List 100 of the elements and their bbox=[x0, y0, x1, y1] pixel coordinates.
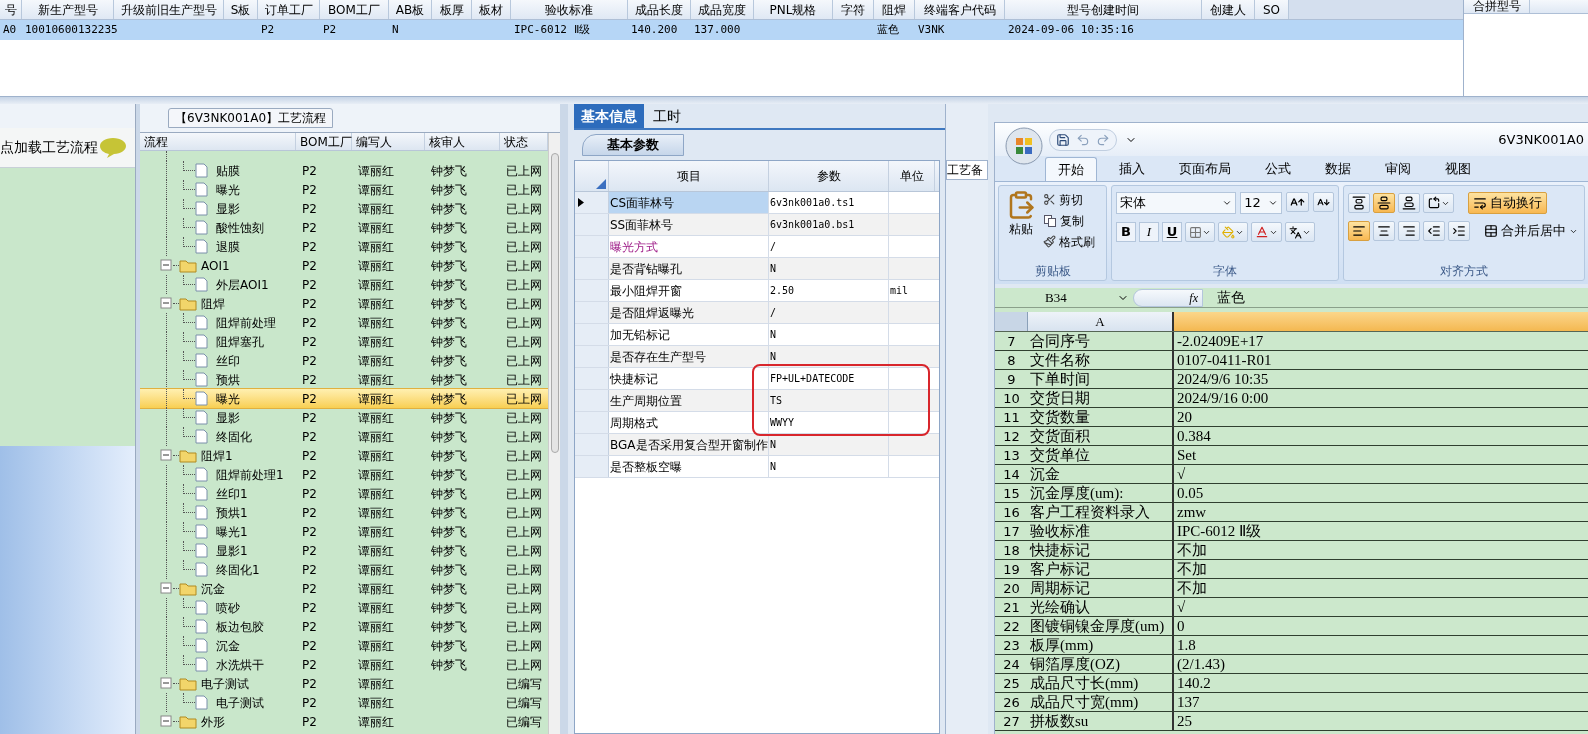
align-left-button[interactable] bbox=[1348, 221, 1370, 241]
process-step[interactable]: 显影1 bbox=[216, 541, 248, 560]
column-header[interactable]: 阻焊 bbox=[874, 0, 915, 19]
align-middle-button[interactable] bbox=[1373, 193, 1395, 213]
column-header[interactable]: 升级前旧生产型号 bbox=[114, 0, 224, 19]
tree-row[interactable]: 水洗烘干 P2 谭丽红 钟梦飞 已上网 bbox=[140, 655, 548, 674]
row-header[interactable] bbox=[575, 192, 609, 213]
row-number[interactable]: 8 bbox=[995, 351, 1028, 369]
spreadsheet-cell[interactable]: 沉金厚度(um): bbox=[1030, 485, 1124, 501]
collapse-icon[interactable] bbox=[160, 297, 173, 310]
spreadsheet-cell[interactable]: 客户标记 bbox=[1030, 561, 1090, 577]
spreadsheet-cell[interactable]: -2.02409E+17 bbox=[1177, 333, 1264, 349]
collapse-icon[interactable] bbox=[160, 449, 173, 462]
tree-row[interactable]: 外形 P2 谭丽红 已编写 bbox=[140, 712, 548, 731]
format-painter-button[interactable]: 格式刷 bbox=[1043, 232, 1095, 251]
select-all-icon[interactable] bbox=[596, 179, 606, 189]
name-box[interactable]: B34 bbox=[995, 288, 1133, 307]
table-row[interactable]: 是否阻焊返曝光 / bbox=[575, 302, 939, 324]
table-row[interactable]: 生产周期位置 TS bbox=[575, 390, 939, 412]
process-group[interactable]: 阻焊 bbox=[201, 294, 225, 313]
spreadsheet-cell[interactable]: 140.2 bbox=[1177, 675, 1211, 691]
tree-row[interactable]: 沉金 P2 谭丽红 钟梦飞 已上网 bbox=[140, 579, 548, 598]
spreadsheet-cell[interactable]: 2024/9/6 10:35 bbox=[1177, 371, 1269, 387]
font-name-field[interactable]: 宋体 bbox=[1116, 192, 1237, 214]
row-number[interactable]: 27 bbox=[995, 712, 1028, 730]
save-icon[interactable] bbox=[1056, 132, 1070, 147]
process-step[interactable]: 阻焊塞孔 bbox=[216, 332, 264, 351]
ribbon-tab[interactable]: 数据 bbox=[1313, 157, 1363, 181]
column-header[interactable]: S板 bbox=[224, 0, 258, 19]
row-number[interactable]: 26 bbox=[995, 693, 1028, 711]
shrink-font-button[interactable] bbox=[1313, 192, 1334, 212]
column-header[interactable]: 终端客户代码 bbox=[915, 0, 1005, 19]
office-button-icon[interactable] bbox=[1005, 126, 1043, 165]
tree-row[interactable]: 显影 P2 谭丽红 钟梦飞 已上网 bbox=[140, 408, 548, 427]
side-tab[interactable]: 工艺备 bbox=[946, 160, 988, 180]
column-header[interactable]: A bbox=[1028, 312, 1174, 331]
spreadsheet-cell[interactable]: 图镀铜镍金厚度(um) bbox=[1030, 618, 1165, 634]
tree-row[interactable]: 阻焊1 P2 谭丽红 钟梦飞 已上网 bbox=[140, 446, 548, 465]
column-header[interactable]: AB板 bbox=[389, 0, 432, 19]
tree-row[interactable]: 终固化1 P2 谭丽红 钟梦飞 已上网 bbox=[140, 560, 548, 579]
merge-center-button[interactable]: 合并后居中 bbox=[1482, 220, 1580, 242]
tree-row[interactable]: AOI1 P2 谭丽红 钟梦飞 已上网 bbox=[140, 256, 548, 275]
phonetic-button[interactable] bbox=[1285, 222, 1315, 242]
italic-button[interactable]: I bbox=[1139, 222, 1159, 242]
params-tab[interactable]: 基本参数 bbox=[582, 134, 684, 156]
ribbon-tab[interactable]: 审阅 bbox=[1373, 157, 1423, 181]
spreadsheet-cell[interactable]: 0107-0411-R01 bbox=[1177, 352, 1272, 368]
spreadsheet-cell[interactable]: 快捷标记 bbox=[1030, 542, 1090, 558]
process-step[interactable]: 显影 bbox=[216, 408, 240, 427]
process-step[interactable]: 阻焊前处理1 bbox=[216, 465, 284, 484]
parameter-value[interactable]: N bbox=[769, 434, 889, 455]
table-row[interactable]: 是否背钻曝孔 N bbox=[575, 258, 939, 280]
cut-button[interactable]: 剪切 bbox=[1043, 190, 1095, 209]
row-number[interactable]: 22 bbox=[995, 617, 1028, 635]
table-row[interactable]: 曝光方式 / bbox=[575, 236, 939, 258]
spreadsheet-cell[interactable]: 周期标记 bbox=[1030, 580, 1090, 596]
table-row[interactable]: SS面菲林号 6v3nk001a0.bs1 bbox=[575, 214, 939, 236]
column-header[interactable]: 单位 bbox=[889, 161, 935, 191]
row-number[interactable]: 18 bbox=[995, 541, 1028, 559]
scrollbar[interactable] bbox=[548, 133, 560, 734]
column-header[interactable]: 板材 bbox=[472, 0, 511, 19]
process-step[interactable]: 曝光 bbox=[216, 389, 240, 408]
column-header[interactable]: 号 bbox=[0, 0, 22, 19]
bold-button[interactable]: B bbox=[1116, 222, 1136, 242]
tree-row[interactable]: 丝印1 P2 谭丽红 钟梦飞 已上网 bbox=[140, 484, 548, 503]
spreadsheet-cell[interactable]: 验收标准 bbox=[1030, 523, 1090, 539]
ribbon-tab[interactable]: 公式 bbox=[1253, 157, 1303, 181]
table-row[interactable]: A0 10010600132235 P2 P2 N IPC-6012 Ⅱ级 140.200 137.000 蓝色 V3NK 2024-09-06 10:35:16 bbox=[0, 20, 1463, 40]
spreadsheet-cell[interactable]: 25 bbox=[1177, 713, 1192, 729]
underline-button[interactable]: U bbox=[1162, 222, 1182, 242]
process-step[interactable]: 退膜 bbox=[216, 237, 240, 256]
tree-row[interactable]: 显影 P2 谭丽红 钟梦飞 已上网 bbox=[140, 199, 548, 218]
spreadsheet-cell[interactable]: 光绘确认 bbox=[1030, 599, 1090, 615]
column-header[interactable]: 创建人 bbox=[1202, 0, 1255, 19]
select-all-corner[interactable] bbox=[995, 312, 1028, 331]
tree-row[interactable]: 曝光 P2 谭丽红 钟梦飞 已上网 bbox=[140, 180, 548, 199]
collapse-icon[interactable] bbox=[160, 582, 173, 595]
spreadsheet-cell[interactable]: 沉金 bbox=[1030, 466, 1060, 482]
tree-row[interactable]: 曝光1 P2 谭丽红 钟梦飞 已上网 bbox=[140, 522, 548, 541]
ribbon-tab[interactable]: 页面布局 bbox=[1167, 157, 1243, 181]
table-row[interactable]: CS面菲林号 6v3nk001a0.ts1 bbox=[575, 192, 939, 214]
spreadsheet-cell[interactable]: 拼板数su bbox=[1030, 713, 1089, 729]
parameter-value[interactable]: / bbox=[769, 302, 889, 323]
row-number[interactable]: 17 bbox=[995, 522, 1028, 540]
spreadsheet-cell[interactable]: 不加 bbox=[1177, 580, 1207, 596]
redo-icon[interactable] bbox=[1096, 132, 1110, 147]
process-group[interactable]: 沉金 bbox=[201, 579, 225, 598]
tree-row[interactable]: 酸性蚀刻 P2 谭丽红 钟梦飞 已上网 bbox=[140, 218, 548, 237]
tree-row[interactable]: 丝印 P2 谭丽红 钟梦飞 已上网 bbox=[140, 351, 548, 370]
collapse-icon[interactable] bbox=[160, 677, 173, 690]
row-number[interactable]: 16 bbox=[995, 503, 1028, 521]
process-step[interactable]: 喷砂 bbox=[216, 598, 240, 617]
column-header[interactable]: 字符 bbox=[833, 0, 874, 19]
column-header[interactable]: 新生产型号 bbox=[22, 0, 114, 19]
spreadsheet-cell[interactable]: 交货单位 bbox=[1030, 447, 1090, 463]
orientation-button[interactable] bbox=[1423, 193, 1454, 213]
column-header[interactable]: 验收标准 bbox=[511, 0, 628, 19]
parameter-value[interactable]: N bbox=[769, 456, 889, 477]
row-number[interactable]: 25 bbox=[995, 674, 1028, 692]
spreadsheet-cell[interactable]: 137 bbox=[1177, 694, 1200, 710]
